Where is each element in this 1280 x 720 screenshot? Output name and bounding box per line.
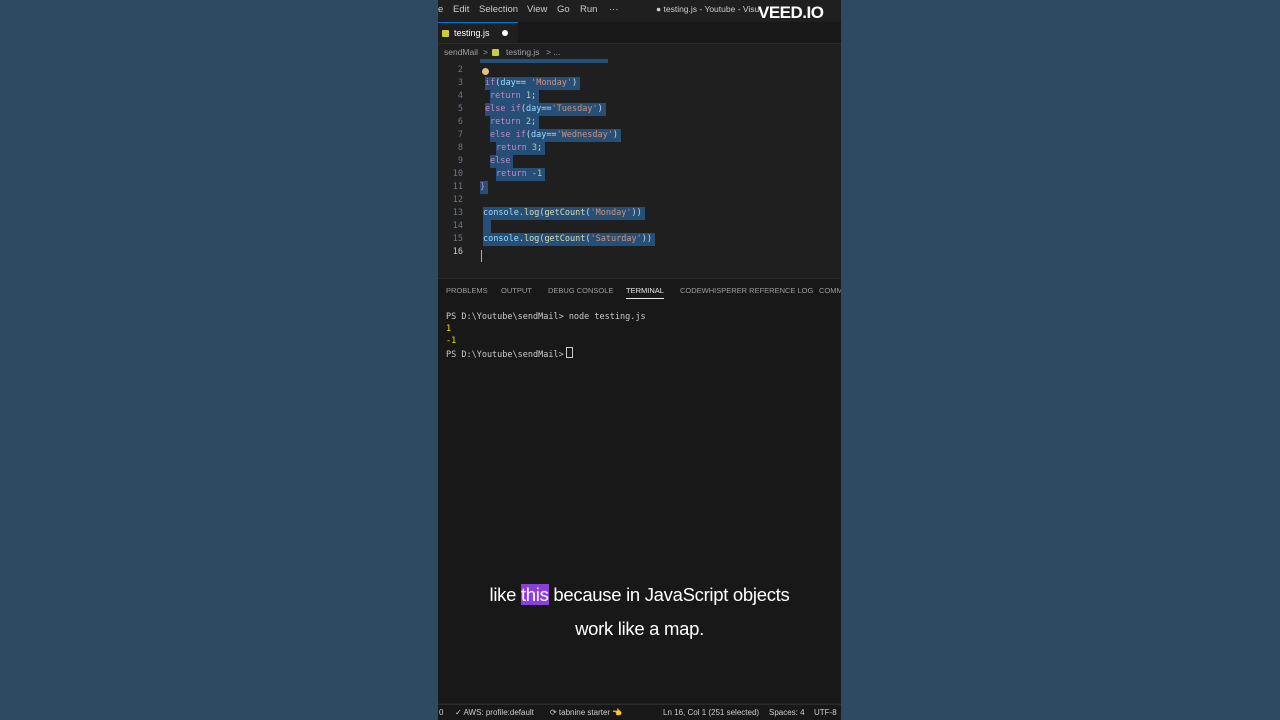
javascript-file-icon xyxy=(442,30,449,37)
breadcrumb-symbols[interactable]: > ... xyxy=(546,47,560,57)
javascript-file-icon xyxy=(492,49,499,56)
code-line[interactable]: 14 xyxy=(438,220,841,233)
menu-run[interactable]: Run xyxy=(580,4,597,15)
line-number: 14 xyxy=(452,221,463,231)
menu-go[interactable]: Go xyxy=(557,4,570,15)
line-number: 9 xyxy=(457,156,463,166)
code-line[interactable]: 3 if(day== 'Monday') xyxy=(438,77,841,90)
tab-testing-js[interactable]: testing.js xyxy=(438,22,518,43)
tab-codewhisperer-reference-log[interactable]: CODEWHISPERER REFERENCE LOG xyxy=(680,286,813,295)
caption-line-1: like this because in JavaScript objects xyxy=(438,578,841,612)
caption-text: like xyxy=(489,584,521,605)
tab-problems[interactable]: PROBLEMS xyxy=(446,286,488,295)
veed-watermark-logo: VEED.IO xyxy=(758,3,824,22)
line-code: return 3; xyxy=(496,142,546,155)
line-number: 8 xyxy=(457,143,463,153)
line-code: else xyxy=(490,155,514,168)
menu-more-button[interactable]: ··· xyxy=(609,4,619,15)
tab-output[interactable]: OUTPUT xyxy=(501,286,532,295)
code-line[interactable]: 5 else if(day=='Tuesday') xyxy=(438,103,841,116)
code-line[interactable]: 13 console.log(getCount('Monday')) xyxy=(438,207,841,220)
line-number: 6 xyxy=(457,117,463,127)
line-code: return 2; xyxy=(490,116,540,129)
code-line[interactable]: 4 return 1; xyxy=(438,90,841,103)
line-number: 7 xyxy=(457,130,463,140)
editor-tab-bar: testing.js xyxy=(438,22,841,44)
tab-terminal[interactable]: TERMINAL xyxy=(626,286,664,299)
line-code: console.log(getCount('Saturday')) xyxy=(483,233,655,246)
status-indentation[interactable]: Spaces: 4 xyxy=(769,708,805,717)
text-cursor xyxy=(481,250,482,262)
selection-overflow-top xyxy=(480,59,608,63)
code-line[interactable]: 10 return -1 xyxy=(438,168,841,181)
code-line[interactable]: 15 console.log(getCount('Saturday')) xyxy=(438,233,841,246)
line-number: 13 xyxy=(452,208,463,218)
terminal-prompt-line: PS D:\Youtube\sendMail> xyxy=(446,347,646,361)
breadcrumb-separator: > xyxy=(483,47,488,57)
code-line[interactable]: 2 xyxy=(438,64,841,77)
menu-bar: e Edit Selection View Go Run ··· ● testi… xyxy=(438,0,841,22)
code-line[interactable]: 6 return 2; xyxy=(438,116,841,129)
code-editor[interactable]: 2 3 if(day== 'Monday') 4 return 1; 5 els… xyxy=(438,59,841,271)
status-encoding[interactable]: UTF-8 xyxy=(814,708,837,717)
code-line[interactable]: 9 else xyxy=(438,155,841,168)
panel-tab-bar: PROBLEMS OUTPUT DEBUG CONSOLE TERMINAL C… xyxy=(438,279,841,301)
menu-edit[interactable]: Edit xyxy=(453,4,469,15)
line-number: 3 xyxy=(457,78,463,88)
menu-file[interactable]: e xyxy=(438,4,443,15)
menu-selection[interactable]: Selection xyxy=(479,4,518,15)
code-line[interactable]: 16 xyxy=(438,246,841,259)
terminal-output[interactable]: PS D:\Youtube\sendMail> node testing.js … xyxy=(446,311,646,361)
terminal-cursor xyxy=(565,347,573,358)
video-caption: like this because in JavaScript objects … xyxy=(438,578,841,646)
breadcrumb-folder[interactable]: sendMail xyxy=(444,47,478,57)
line-number: 4 xyxy=(457,91,463,101)
caption-line-2: work like a map. xyxy=(575,618,704,639)
menu-view[interactable]: View xyxy=(527,4,547,15)
terminal-prompt: PS D:\Youtube\sendMail> xyxy=(446,350,564,360)
code-line[interactable]: 12 xyxy=(438,194,841,207)
line-number: 10 xyxy=(452,169,463,179)
code-line[interactable]: 8 return 3; xyxy=(438,142,841,155)
tab-comments[interactable]: COMM xyxy=(819,286,841,295)
line-code: console.log(getCount('Monday')) xyxy=(483,207,645,220)
status-aws-profile[interactable]: ✓ AWS: profile:default xyxy=(455,708,534,717)
caption-highlight-word: this xyxy=(520,584,549,605)
tab-debug-console[interactable]: DEBUG CONSOLE xyxy=(548,286,613,295)
status-remote[interactable]: 0 xyxy=(439,708,443,717)
code-line[interactable]: 11 } xyxy=(438,181,841,194)
line-number: 12 xyxy=(452,195,463,205)
window-title: ● testing.js - Youtube - Visu xyxy=(656,4,760,14)
breadcrumb-file[interactable]: testing.js xyxy=(506,47,540,57)
caption-text: because in JavaScript objects xyxy=(548,584,790,605)
status-tabnine[interactable]: ⟳ tabnine starter 👈 xyxy=(550,708,622,717)
line-code: if(day== 'Monday') xyxy=(485,77,581,90)
selection-fill xyxy=(483,220,491,233)
line-code: else if(day=='Tuesday') xyxy=(485,103,606,116)
line-number: 2 xyxy=(457,65,463,75)
status-bar: 0 ✓ AWS: profile:default ⟳ tabnine start… xyxy=(438,704,841,720)
terminal-line: PS D:\Youtube\sendMail> node testing.js xyxy=(446,312,646,322)
status-cursor-position[interactable]: Ln 16, Col 1 (251 selected) xyxy=(663,708,759,717)
tab-label: testing.js xyxy=(454,28,490,38)
breadcrumb: sendMail > testing.js > ... xyxy=(438,45,841,59)
terminal-line: -1 xyxy=(446,336,457,346)
unsaved-dot-icon[interactable] xyxy=(502,30,508,36)
code-line[interactable]: 7 else if(day=='Wednesday') xyxy=(438,129,841,142)
line-number: 5 xyxy=(457,104,463,114)
terminal-line: 1 xyxy=(446,324,452,334)
line-code: } xyxy=(480,181,489,194)
line-code: return -1 xyxy=(496,168,546,181)
line-code: else if(day=='Wednesday') xyxy=(490,129,621,142)
line-number: 11 xyxy=(452,182,463,192)
line-number: 16 xyxy=(452,247,463,257)
line-number: 15 xyxy=(452,234,463,244)
lightbulb-icon[interactable] xyxy=(482,68,489,75)
line-code: return 1; xyxy=(490,90,540,103)
